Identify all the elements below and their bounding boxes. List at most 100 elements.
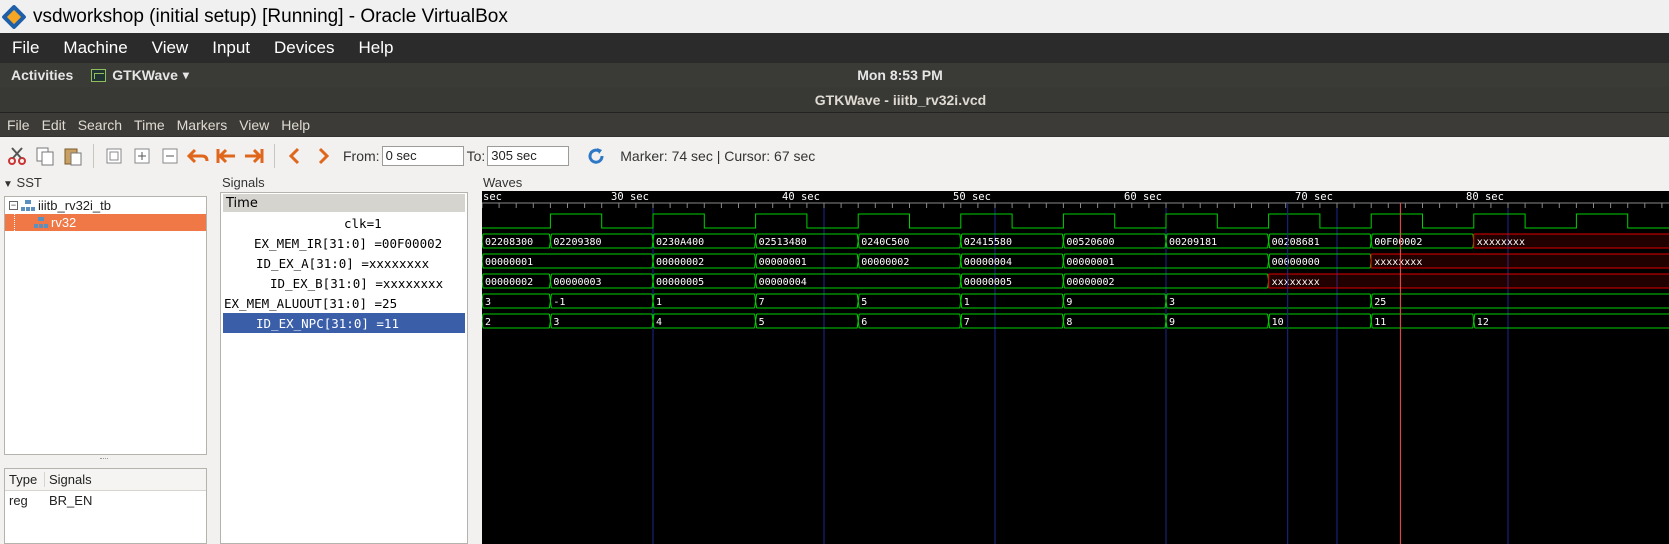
bus-value-label: 1 <box>656 297 662 308</box>
to-time-input[interactable] <box>487 145 570 166</box>
bus-segment <box>1370 313 1475 329</box>
waveform-plot[interactable]: sec 30 sec 40 sec 50 sec 60 sec 70 sec 80 sec 0… <box>482 191 1669 544</box>
column-header-type[interactable]: Type <box>5 472 45 487</box>
from-time-input[interactable] <box>381 145 464 166</box>
gtkwave-title-bar: GTKWave - iiitb_rv32i.vcd <box>0 87 1669 113</box>
copy-icon[interactable] <box>34 145 56 167</box>
bus-value-label: 9 <box>1066 297 1072 308</box>
bus-segment <box>857 313 962 329</box>
sst-header-label: SST <box>16 175 42 190</box>
bus-value-label: 9 <box>1169 317 1175 328</box>
bus-segment <box>652 293 757 309</box>
tree-collapse-icon[interactable]: − <box>9 201 18 210</box>
bus-value-label: 1 <box>964 297 970 308</box>
bus-value-label: 2 <box>485 317 491 328</box>
bus-value-label: xxxxxxxx <box>1374 257 1422 268</box>
bus-segment <box>857 293 962 309</box>
virtualbox-logo-icon <box>1 3 27 30</box>
vbox-menu-help[interactable]: Help <box>347 38 406 58</box>
signal-row[interactable]: ID_EX_A[31:0] =xxxxxxxx <box>221 253 467 273</box>
bus-segment <box>1268 313 1372 329</box>
sst-tree[interactable]: − iiitb_rv32i_tb rv32 <box>4 196 207 455</box>
sst-signals-table[interactable]: Type Signals reg BR_EN <box>4 468 207 544</box>
vbox-menu-file[interactable]: File <box>0 38 51 58</box>
zoom-fit-icon[interactable] <box>103 145 125 167</box>
time-tick-label: 40 sec <box>782 191 820 203</box>
gtk-menu-view[interactable]: View <box>233 117 275 133</box>
bus-value-label: 02209380 <box>553 237 601 248</box>
vbox-menu-devices[interactable]: Devices <box>262 38 346 58</box>
bus-value-label: 02513480 <box>759 237 807 248</box>
signals-pane[interactable]: Time clk=1 EX_MEM_IR[31:0] =00F00002 ID_EX… <box>220 192 468 544</box>
tree-item-tb[interactable]: − iiitb_rv32i_tb <box>5 197 206 214</box>
signal-list: clk=1 EX_MEM_IR[31:0] =00F00002 ID_EX_A[31… <box>221 213 467 333</box>
cut-icon[interactable] <box>6 145 28 167</box>
reload-icon[interactable] <box>585 145 607 167</box>
vbox-menu-input[interactable]: Input <box>200 38 262 58</box>
hierarchy-icon <box>34 216 48 229</box>
signals-header: Signals <box>222 175 265 190</box>
gtk-menu-markers[interactable]: Markers <box>171 117 234 133</box>
table-header-row: Type Signals <box>5 469 206 491</box>
bus-value-label: 00000004 <box>759 277 807 288</box>
bus-value-label: 4 <box>656 317 662 328</box>
panel-clock[interactable]: Mon 8:53 PM <box>0 67 1669 83</box>
bus-value-label: xxxxxxxx <box>1272 277 1320 288</box>
vbox-menu-machine[interactable]: Machine <box>51 38 139 58</box>
tree-item-rv32[interactable]: rv32 <box>5 214 206 231</box>
tree-item-label: rv32 <box>51 215 77 230</box>
zoom-to-start-icon[interactable] <box>215 145 237 167</box>
bus-value-label: 6 <box>861 317 867 328</box>
signal-row[interactable]: EX_MEM_IR[31:0] =00F00002 <box>221 233 467 253</box>
time-tick-label: 70 sec <box>1295 191 1333 203</box>
pane-divider-handle[interactable] <box>100 458 108 461</box>
bus-value-label: 00000002 <box>861 257 909 268</box>
signal-row[interactable]: clk=1 <box>221 213 467 233</box>
time-tick-label: 60 sec <box>1124 191 1162 203</box>
signal-row[interactable]: ID_EX_B[31:0] =xxxxxxxx <box>221 273 467 293</box>
bus-value-label: 3 <box>1169 297 1175 308</box>
bus-value-label: 00000004 <box>964 257 1012 268</box>
paste-icon[interactable] <box>62 145 84 167</box>
signal-row[interactable]: ID_EX_NPC[31:0] =11 <box>223 313 465 333</box>
signal-name: BR_EN <box>49 492 93 508</box>
prev-page-icon[interactable] <box>284 145 306 167</box>
gtk-menu-help[interactable]: Help <box>275 117 316 133</box>
bus-segment <box>549 293 654 309</box>
column-header-signals[interactable]: Signals <box>45 472 92 487</box>
bus-segment <box>960 293 1064 309</box>
bus-value-label: 00000003 <box>553 277 601 288</box>
bus-value-label: 00520600 <box>1066 237 1114 248</box>
bus-value-label: 00000000 <box>1272 257 1320 268</box>
table-row[interactable]: reg BR_EN <box>5 491 206 509</box>
bus-value-label: 00000001 <box>1066 257 1114 268</box>
next-page-icon[interactable] <box>312 145 334 167</box>
time-row[interactable]: Time <box>223 194 465 212</box>
bus-value-label: 5 <box>759 317 765 328</box>
time-tick-label: sec <box>483 191 502 203</box>
zoom-in-icon[interactable] <box>131 145 153 167</box>
marker-cursor-status: Marker: 74 sec | Cursor: 67 sec <box>620 147 816 164</box>
sst-header[interactable]: ▼ SST <box>3 175 42 190</box>
from-label: From: <box>343 147 380 164</box>
gtk-menu-search[interactable]: Search <box>72 117 128 133</box>
ubuntu-top-panel: Activities GTKWave ▾ Mon 8:53 PM <box>0 63 1669 87</box>
bus-value-label: 00209181 <box>1169 237 1217 248</box>
bus-value-label: 02415580 <box>964 237 1012 248</box>
waves-canvas[interactable]: sec 30 sec 40 sec 50 sec 60 sec 70 sec 80 sec 0… <box>482 191 1669 544</box>
time-tick-label: 50 sec <box>953 191 991 203</box>
vbox-menu-view[interactable]: View <box>140 38 201 58</box>
bus-value-label: 00208681 <box>1272 237 1320 248</box>
gtk-menu-file[interactable]: File <box>0 117 36 133</box>
bus-value-label: 12 <box>1477 317 1489 328</box>
bus-value-label: 10 <box>1272 317 1284 328</box>
gtk-menu-time[interactable]: Time <box>128 117 171 133</box>
signal-row[interactable]: EX_MEM_ALUOUT[31:0] =25 <box>221 293 467 313</box>
undo-zoom-icon[interactable] <box>187 145 209 167</box>
zoom-to-end-icon[interactable] <box>243 145 265 167</box>
bus-segment <box>1062 293 1167 309</box>
zoom-out-icon[interactable] <box>159 145 181 167</box>
gtk-menu-edit[interactable]: Edit <box>36 117 72 133</box>
bus-value-label: 00000002 <box>656 257 704 268</box>
gtkwave-main-area: ▼ SST − iiitb_rv32i_tb rv32 Type Signals… <box>0 174 1669 544</box>
